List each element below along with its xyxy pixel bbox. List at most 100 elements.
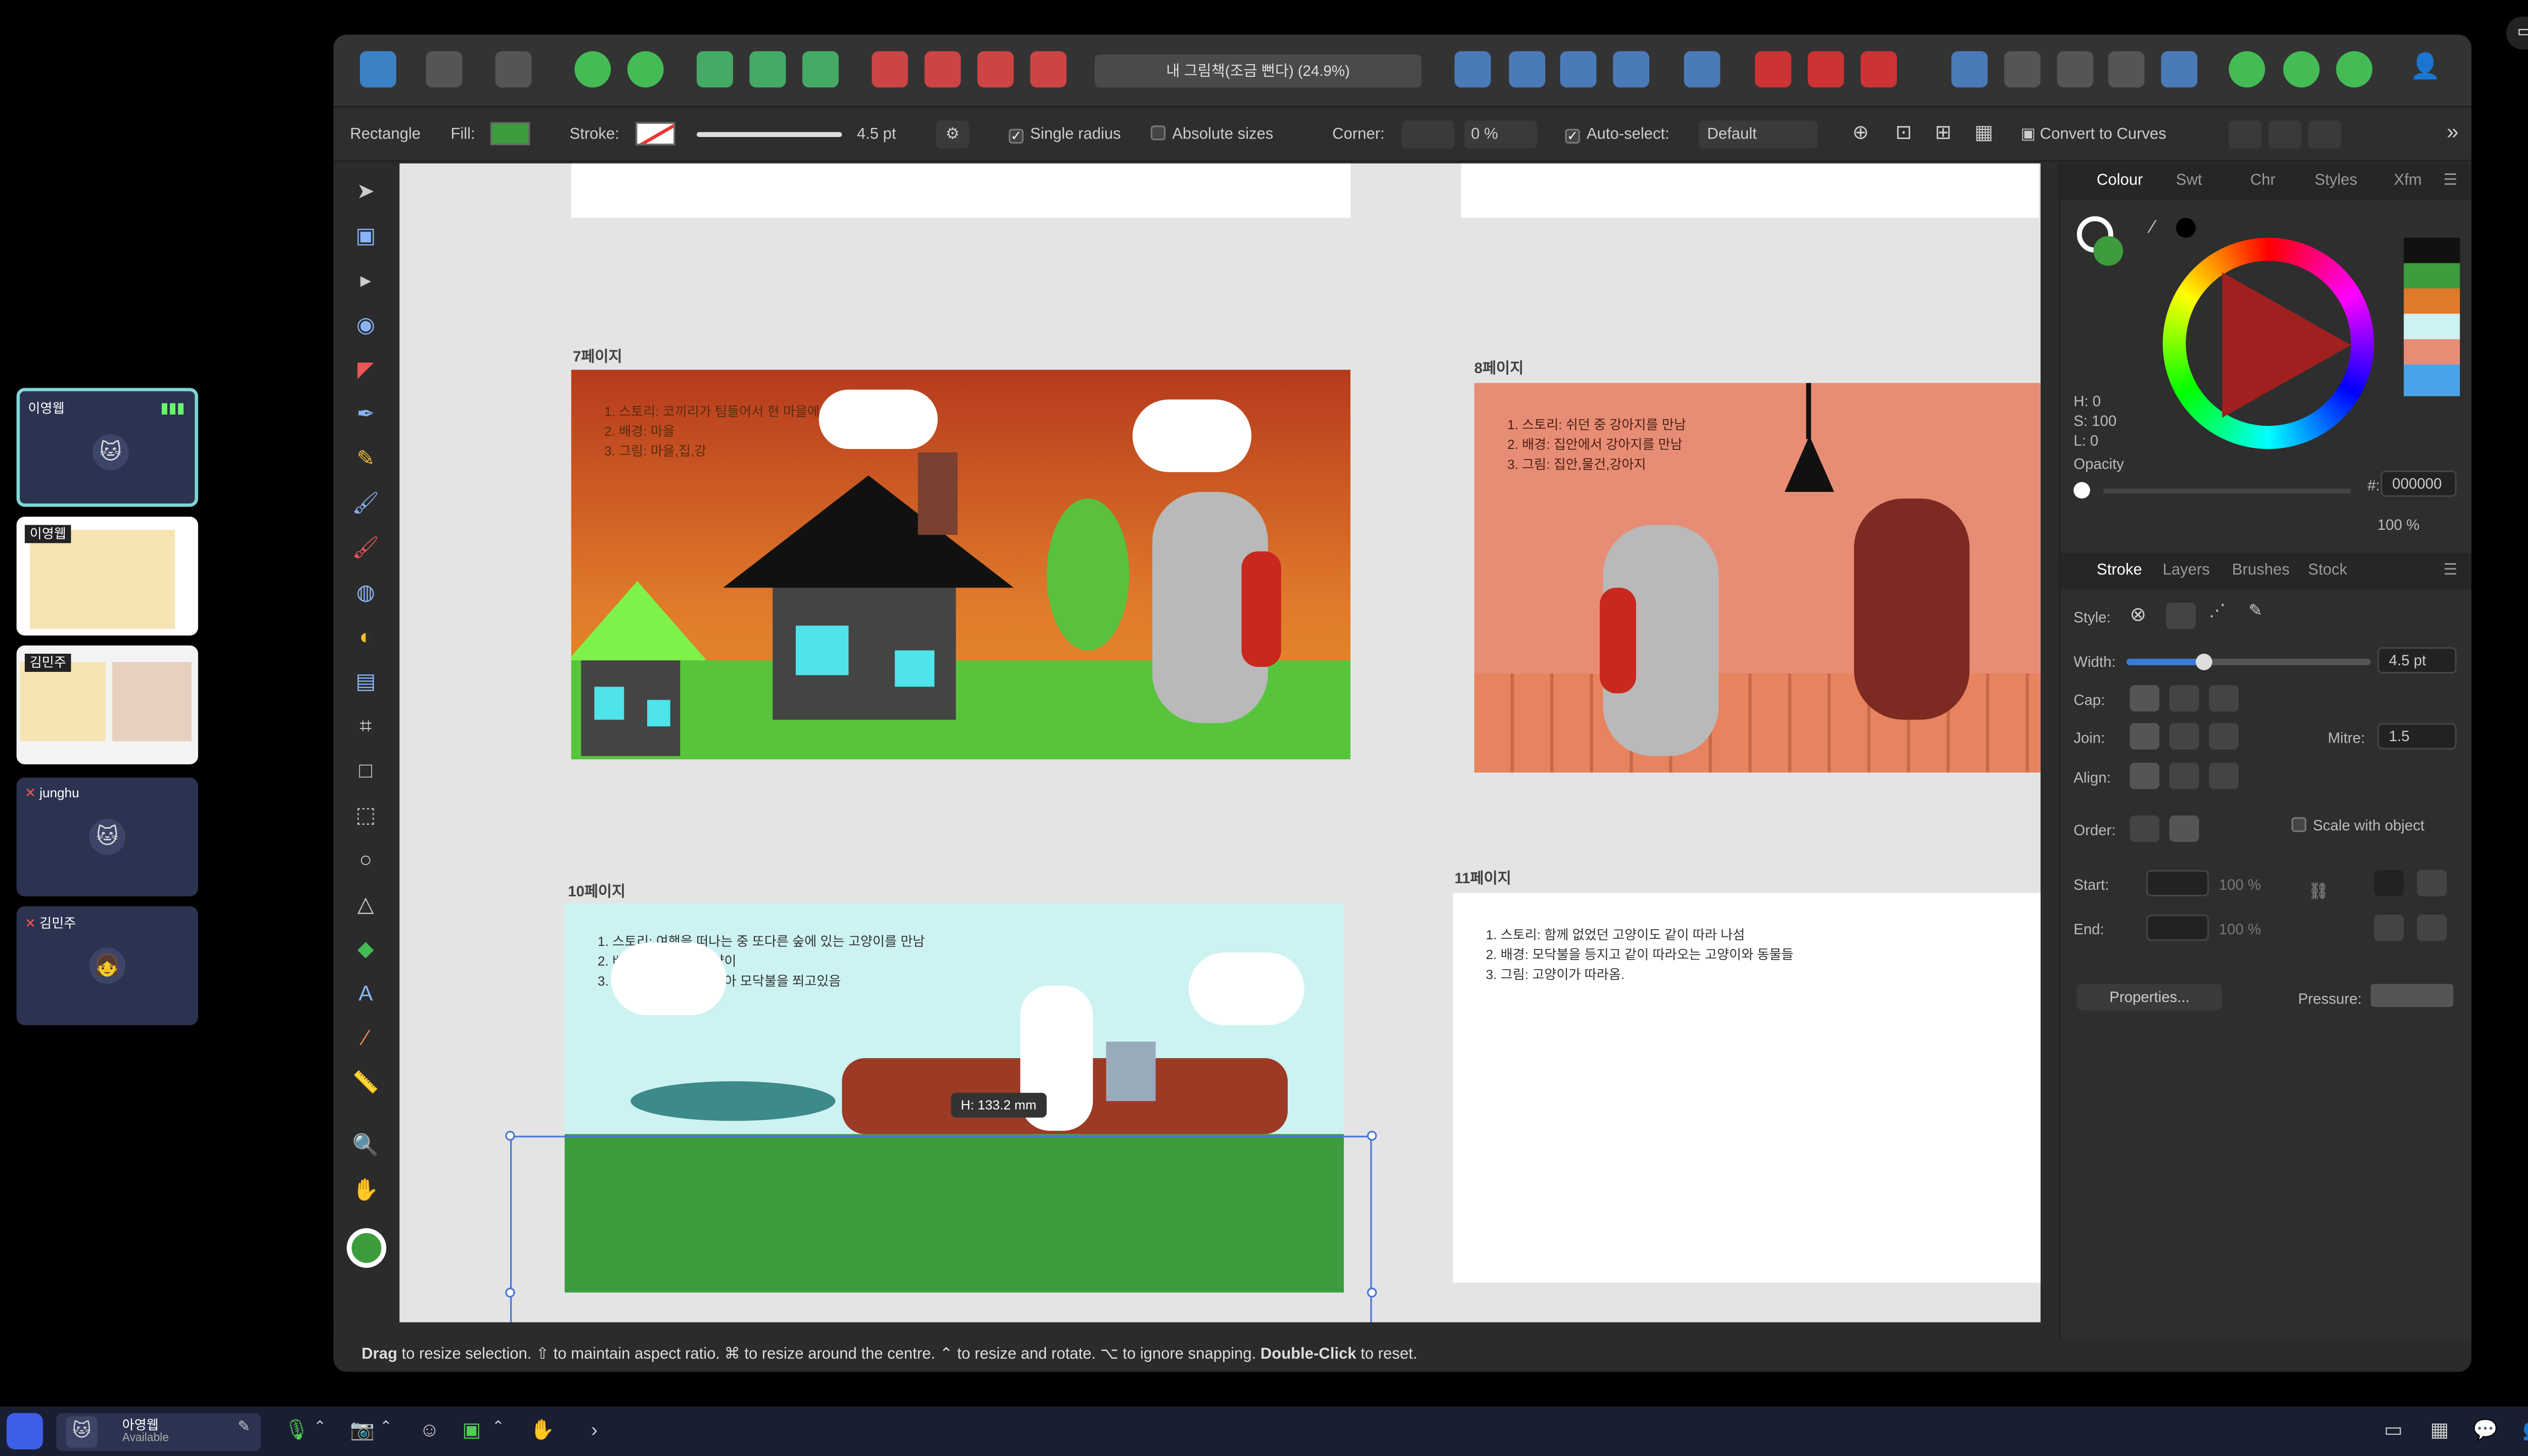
tab-stroke[interactable]: Stroke <box>2097 561 2142 579</box>
participant-tile[interactable]: ✕ junghu 🐱 <box>16 777 198 897</box>
start-scale[interactable]: 100 % <box>2219 877 2261 893</box>
app-logo-icon[interactable] <box>359 51 396 88</box>
black-swatch[interactable] <box>2176 218 2196 238</box>
assets-icon[interactable] <box>2229 51 2265 88</box>
arrange-front-icon[interactable] <box>1951 51 1988 88</box>
stroke-front-icon[interactable] <box>2169 815 2199 842</box>
edit-icon[interactable]: ✎ <box>238 1418 250 1436</box>
brush-stroke-icon[interactable]: ✎ <box>2248 603 2262 621</box>
tab-swatches[interactable]: Swt <box>2176 172 2202 190</box>
selection-handle[interactable] <box>1367 1287 1377 1298</box>
panel-menu-icon[interactable]: ☰ <box>2444 561 2458 579</box>
hex-input[interactable]: 000000 <box>2380 470 2457 497</box>
rotate-left-icon[interactable] <box>1560 51 1597 88</box>
snap-center-icon[interactable] <box>802 51 839 88</box>
selection-handle[interactable] <box>505 1287 515 1298</box>
vector-brush-icon[interactable]: 🖌 <box>352 489 380 517</box>
crop-tool-icon[interactable]: ⌗ <box>352 711 380 740</box>
rotate-right-icon[interactable] <box>1613 51 1650 88</box>
page-7-illustration[interactable]: 1. 스토리: 코끼리가 팀들어서 현 마을에서 쉬게 됨 2. 배경: 마을 … <box>571 370 1351 760</box>
page-8-illustration[interactable]: 1. 스토리: 쉬던 중 강아지를 만남 2. 배경: 집안에서 강아지를 만남… <box>1474 383 2041 773</box>
tab-brushes[interactable]: Brushes <box>2232 561 2290 579</box>
zoom-tool-icon[interactable]: 🔍 <box>352 1131 380 1159</box>
snap-icon[interactable] <box>696 51 733 88</box>
boolean-xor-icon[interactable] <box>1030 51 1067 88</box>
opacity-value[interactable]: 100 % <box>2377 517 2419 533</box>
symbol-tool-icon[interactable]: ◆ <box>352 934 380 963</box>
absolute-sizes-checkbox[interactable]: Absolute sizes <box>1150 125 1273 144</box>
single-radius-checkbox[interactable]: ✓ Single radius <box>1009 125 1121 144</box>
chevron-up-icon[interactable]: ⌃ <box>313 1418 326 1436</box>
page-11-illustration[interactable]: 1. 스토리: 함께 없었던 고양이도 같이 따라 나섬 2. 배경: 모닥불을… <box>1453 893 2041 1283</box>
microphone-icon[interactable]: 🎙 <box>284 1418 309 1441</box>
export-persona-icon[interactable] <box>495 51 532 88</box>
reset-arrowheads-icon[interactable] <box>2417 914 2447 941</box>
pen-tool-icon[interactable]: ✒ <box>352 399 380 428</box>
no-stroke-icon[interactable]: ⊗ <box>2130 603 2146 626</box>
arrowhead-extend-icon[interactable] <box>2417 870 2447 897</box>
selection-bounding-box[interactable] <box>510 1135 1372 1323</box>
auto-select-checkbox[interactable]: ✓ Auto-select: <box>1565 125 1669 144</box>
raise-hand-icon[interactable]: ✋ <box>530 1418 555 1441</box>
transform-origin-icon[interactable]: ⊕ <box>1853 120 1869 144</box>
align-left-icon[interactable] <box>2229 120 2262 149</box>
tab-colour[interactable]: Colour <box>2097 172 2143 190</box>
arrange-back-icon[interactable] <box>2108 51 2145 88</box>
selection-handle[interactable] <box>1367 1130 1377 1141</box>
butt-cap-icon[interactable] <box>2130 685 2160 712</box>
align-center-icon[interactable] <box>2268 120 2301 149</box>
align-outside-stroke-icon[interactable] <box>2208 762 2239 789</box>
align-icon[interactable] <box>1684 51 1721 88</box>
text-tool-icon[interactable]: A <box>352 979 380 1007</box>
colour-swatch-well[interactable] <box>346 1228 387 1268</box>
boolean-intersect-icon[interactable] <box>977 51 1014 88</box>
user-card[interactable]: 🐱 아영웹 Available ✎ <box>56 1413 261 1451</box>
align-inside-stroke-icon[interactable] <box>2169 762 2199 789</box>
grid-persona-icon[interactable] <box>426 51 463 88</box>
width-slider-knob[interactable] <box>2195 654 2213 670</box>
colour-wheel-icon[interactable] <box>2336 51 2373 88</box>
stroke-width-value[interactable]: 4.5 pt <box>857 125 896 144</box>
stroke-settings-icon[interactable]: ⚙ <box>936 120 969 149</box>
pencil-tool-icon[interactable]: ✎ <box>352 444 380 472</box>
document-canvas[interactable]: 7페이지 1. 스토리: 코끼리가 팀들어서 현 마을에서 쉬게 됨 2. 배경… <box>399 163 2041 1323</box>
ellipse-tool-icon[interactable]: ○ <box>352 845 380 874</box>
stroke-behind-icon[interactable] <box>2130 815 2160 842</box>
node-tool-icon[interactable]: ▸ <box>352 266 380 294</box>
end-arrowhead-select[interactable] <box>2146 914 2209 941</box>
corner-type-select[interactable] <box>1402 120 1455 149</box>
styles-icon[interactable] <box>2283 51 2320 88</box>
whiteboard-icon[interactable]: ▭ <box>2384 1418 2403 1441</box>
stroke-width-slider[interactable] <box>696 132 842 138</box>
rectangle-tool-icon[interactable]: □ <box>352 756 380 785</box>
boolean-subtract-icon[interactable] <box>924 51 961 88</box>
eyedropper-tool-icon[interactable]: ⁄ <box>352 1023 380 1052</box>
paint-brush-icon[interactable]: 🖌 <box>352 533 380 562</box>
calendar-icon[interactable]: ▦ <box>2430 1418 2449 1441</box>
shape-tool-icon[interactable]: ⬚ <box>352 801 380 829</box>
emoji-icon[interactable]: ☺ <box>419 1418 439 1441</box>
chat-icon[interactable]: 💬 <box>2473 1418 2498 1441</box>
snap-grid-icon[interactable]: ⊞ <box>1935 120 1952 144</box>
width-input[interactable]: 4.5 pt <box>2377 647 2457 674</box>
move-tool-icon[interactable]: ➤ <box>352 176 380 205</box>
artboard-tool-icon[interactable]: ▣ <box>352 221 380 250</box>
chevron-up-icon[interactable]: ⌃ <box>380 1418 392 1436</box>
triangle-tool-icon[interactable]: △ <box>352 890 380 918</box>
settings-icon[interactable] <box>574 51 611 88</box>
place-image-icon[interactable]: ▤ <box>352 667 380 695</box>
round-cap-icon[interactable] <box>2169 685 2199 712</box>
insert-icon[interactable] <box>1808 51 1844 88</box>
selection-handle[interactable] <box>505 1130 515 1141</box>
measure-tool-icon[interactable]: 📏 <box>352 1068 380 1097</box>
expand-toolbar-icon[interactable]: » <box>2447 119 2459 144</box>
screen-indicator-icon[interactable]: ▭ ⌄ <box>2506 16 2528 50</box>
scale-with-object-checkbox[interactable]: Scale with object <box>2291 817 2424 834</box>
fill-well[interactable] <box>2093 236 2124 266</box>
eyedropper-icon[interactable]: ⁄ <box>2151 218 2154 238</box>
square-cap-icon[interactable] <box>2208 685 2239 712</box>
snap-bounds-icon[interactable] <box>749 51 786 88</box>
no-colour-icon[interactable] <box>2073 482 2090 499</box>
participant-tile[interactable]: 이영웹 <box>16 517 198 636</box>
arrowhead-position-icon[interactable] <box>2374 870 2404 897</box>
